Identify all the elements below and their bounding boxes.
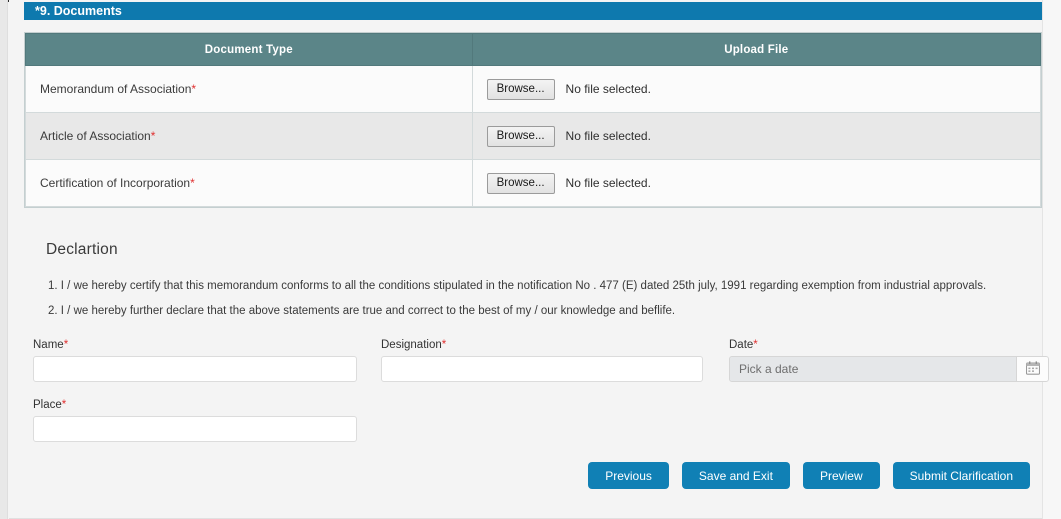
designation-label-text: Designation <box>381 339 442 351</box>
table-header-row: Document Type Upload File <box>26 34 1041 66</box>
table-row: Certification of Incorporation* Browse..… <box>26 160 1041 207</box>
place-input[interactable] <box>33 416 357 442</box>
required-asterisk: * <box>190 176 195 190</box>
upload-file-cell: Browse... No file selected. <box>472 66 1040 113</box>
document-type-cell: Article of Association* <box>26 113 473 160</box>
date-field-group: Date* <box>729 339 1049 382</box>
designation-field-group: Designation* <box>381 339 703 382</box>
browse-button[interactable]: Browse... <box>487 126 555 147</box>
file-status-text: No file selected. <box>566 82 651 96</box>
section-header-documents: *9. Documents <box>24 2 1042 20</box>
preview-button[interactable]: Preview <box>803 462 880 489</box>
declaration-heading: Declartion <box>46 241 118 259</box>
calendar-icon <box>1026 361 1040 378</box>
document-type-cell: Certification of Incorporation* <box>26 160 473 207</box>
page-scrollbar-track[interactable] <box>1042 0 1061 519</box>
place-label-text: Place <box>33 399 62 411</box>
name-label-text: Name <box>33 339 64 351</box>
required-asterisk: * <box>191 82 196 96</box>
name-label: Name* <box>33 339 357 351</box>
browse-button[interactable]: Browse... <box>487 79 555 100</box>
form-page: *9. Documents Document Type Upload File … <box>9 0 1042 519</box>
required-asterisk: * <box>64 339 68 351</box>
name-field-group: Name* <box>33 339 357 382</box>
required-asterisk: * <box>62 399 66 411</box>
document-type-label: Article of Association <box>40 129 151 143</box>
previous-button[interactable]: Previous <box>588 462 669 489</box>
document-type-label: Memorandum of Association <box>40 82 191 96</box>
declaration-item-1: 1. I / we hereby certify that this memor… <box>48 280 986 292</box>
document-type-label: Certification of Incorporation <box>40 176 190 190</box>
table-row: Memorandum of Association* Browse... No … <box>26 66 1041 113</box>
declaration-item-2: 2. I / we hereby further declare that th… <box>48 305 675 317</box>
name-input[interactable] <box>33 356 357 382</box>
page-root: *9. Documents Document Type Upload File … <box>0 0 1061 519</box>
table-row: Article of Association* Browse... No fil… <box>26 113 1041 160</box>
document-type-cell: Memorandum of Association* <box>26 66 473 113</box>
upload-file-cell: Browse... No file selected. <box>472 113 1040 160</box>
left-gutter <box>0 0 8 519</box>
calendar-icon-button[interactable] <box>1016 357 1048 381</box>
designation-input[interactable] <box>381 356 703 382</box>
save-and-exit-button[interactable]: Save and Exit <box>682 462 790 489</box>
place-label: Place* <box>33 399 357 411</box>
file-status-text: No file selected. <box>566 176 651 190</box>
required-asterisk: * <box>753 339 757 351</box>
column-header-upload-file: Upload File <box>472 34 1040 66</box>
designation-label: Designation* <box>381 339 703 351</box>
date-input[interactable] <box>730 357 1016 381</box>
required-asterisk: * <box>442 339 446 351</box>
column-header-document-type: Document Type <box>26 34 473 66</box>
browse-button[interactable]: Browse... <box>487 173 555 194</box>
file-status-text: No file selected. <box>566 129 651 143</box>
place-field-group: Place* <box>33 399 357 442</box>
date-label-text: Date <box>729 339 753 351</box>
submit-clarification-button[interactable]: Submit Clarification <box>893 462 1030 489</box>
date-picker[interactable] <box>729 356 1049 382</box>
required-asterisk: * <box>151 129 156 143</box>
documents-table: Document Type Upload File Memorandum of … <box>24 32 1042 208</box>
date-label: Date* <box>729 339 1049 351</box>
upload-file-cell: Browse... No file selected. <box>472 160 1040 207</box>
form-action-buttons: Previous Save and Exit Preview Submit Cl… <box>9 462 1042 489</box>
